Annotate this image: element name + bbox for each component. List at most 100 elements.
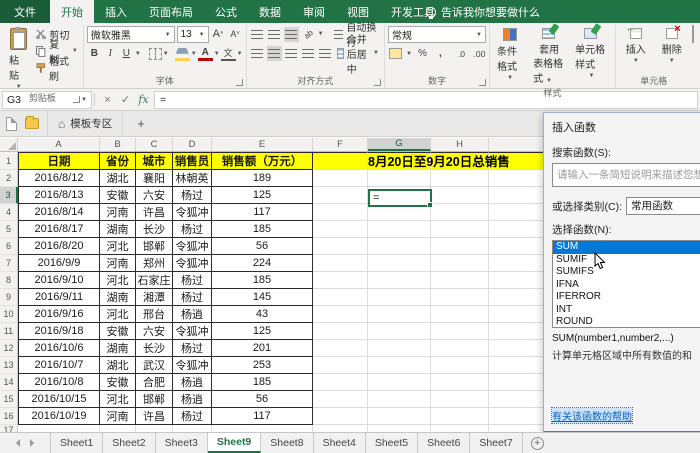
enter-button[interactable]: ✓ [117, 93, 134, 106]
dialog-launcher-icon[interactable] [479, 79, 486, 86]
sheet-tab[interactable]: Sheet3 [156, 433, 208, 453]
cell-date[interactable]: 2016/8/12 [18, 170, 100, 187]
cell-empty[interactable] [368, 238, 431, 255]
select-all-corner[interactable] [0, 138, 18, 151]
phonetic-button[interactable]: 文 [221, 46, 236, 61]
cell-city[interactable]: 邢台 [136, 306, 173, 323]
cell-city[interactable]: 武汉 [136, 357, 173, 374]
cell-date[interactable]: 2016/10/15 [18, 391, 100, 408]
sheet-tab[interactable]: Sheet2 [103, 433, 155, 453]
cell-date[interactable]: 2016/10/8 [18, 374, 100, 391]
orientation-button[interactable]: ab [298, 23, 319, 44]
cell-empty[interactable] [368, 357, 431, 374]
row-number[interactable]: 10 [0, 306, 18, 323]
sheet-tab[interactable]: Sheet1 [50, 433, 103, 453]
bold-button[interactable]: B [87, 46, 102, 61]
cell-date[interactable]: 2016/9/18 [18, 323, 100, 340]
cell-salesperson[interactable]: 杨过 [173, 272, 212, 289]
function-list-item[interactable]: ROUND [553, 316, 700, 328]
function-list-item[interactable]: SUMIF [553, 254, 700, 267]
cell-empty[interactable] [313, 289, 368, 306]
cell-empty[interactable] [313, 204, 368, 221]
cell-salesperson[interactable]: 令狐冲 [173, 255, 212, 272]
cell-province[interactable]: 安徽 [100, 374, 136, 391]
cell-empty[interactable] [431, 187, 489, 204]
new-tab-button[interactable]: + [131, 116, 151, 131]
row-number[interactable]: 15 [0, 391, 18, 408]
header-cell-sales[interactable]: 销售额（万元） [212, 152, 313, 170]
column-header[interactable]: G [368, 138, 431, 151]
sheet-tab[interactable]: Sheet9 [208, 433, 261, 453]
row-number[interactable]: 11 [0, 323, 18, 340]
cell-empty[interactable] [368, 408, 431, 425]
cell-province[interactable]: 河北 [100, 238, 136, 255]
cell-empty[interactable] [431, 204, 489, 221]
row-number[interactable]: 3 [0, 187, 18, 204]
cell-date[interactable]: 2016/10/6 [18, 340, 100, 357]
cell-province[interactable]: 湖南 [100, 221, 136, 238]
cell-city[interactable]: 许昌 [136, 408, 173, 425]
header-cell-salesperson[interactable]: 销售员 [173, 152, 212, 170]
sheet-tab[interactable]: Sheet4 [314, 433, 366, 453]
underline-button[interactable]: U [119, 46, 134, 61]
cancel-button[interactable]: × [99, 94, 116, 106]
cell-city[interactable]: 邯郸 [136, 391, 173, 408]
function-list-item[interactable]: IFERROR [553, 291, 700, 304]
ribbon-tab[interactable]: 数据 [248, 0, 292, 23]
cell-province[interactable]: 湖北 [100, 170, 136, 187]
open-folder-icon[interactable] [25, 118, 39, 129]
sheet-tab[interactable]: Sheet7 [470, 433, 522, 453]
accounting-format-button[interactable] [388, 46, 403, 61]
cell-empty[interactable] [368, 340, 431, 357]
cell-empty[interactable] [431, 408, 489, 425]
cell-sales[interactable]: 185 [212, 374, 313, 391]
cell-province[interactable]: 安徽 [100, 187, 136, 204]
active-cell-g3[interactable]: = [368, 189, 432, 207]
row-number[interactable]: 6 [0, 238, 18, 255]
template-zone-tab[interactable]: ⌂ 模板专区 [47, 111, 123, 136]
cell-salesperson[interactable]: 林朝英 [173, 170, 212, 187]
cell-salesperson[interactable]: 杨过 [173, 289, 212, 306]
new-document-icon[interactable] [6, 117, 17, 131]
cell-city[interactable]: 许昌 [136, 204, 173, 221]
cell-empty[interactable] [313, 340, 368, 357]
cell-empty[interactable] [313, 152, 368, 170]
chevron-down-icon[interactable]: ▼ [163, 51, 169, 57]
column-header[interactable]: B [100, 138, 136, 151]
cell-salesperson[interactable]: 杨逍 [173, 374, 212, 391]
cell-province[interactable]: 河南 [100, 255, 136, 272]
cell-empty[interactable] [431, 340, 489, 357]
cell-empty[interactable] [368, 221, 431, 238]
search-function-input[interactable]: 请输入一条简短说明来描述您想做什么， [552, 163, 700, 187]
cell-sales[interactable]: 43 [212, 306, 313, 323]
cell-salesperson[interactable]: 杨过 [173, 221, 212, 238]
function-list-item[interactable]: INT [553, 304, 700, 317]
cell-empty[interactable] [313, 238, 368, 255]
cell-styles-button[interactable]: 单元格样式 ▼ [571, 26, 612, 81]
cell-province[interactable]: 湖南 [100, 340, 136, 357]
row-number[interactable]: 5 [0, 221, 18, 238]
italic-button[interactable]: I [103, 46, 118, 61]
cell-empty[interactable] [368, 374, 431, 391]
sheet-tab[interactable]: Sheet6 [418, 433, 470, 453]
cell-salesperson[interactable]: 令狐冲 [173, 357, 212, 374]
cell-empty[interactable] [313, 408, 368, 425]
row-number[interactable]: 2 [0, 170, 18, 187]
cell-salesperson[interactable]: 杨逍 [173, 306, 212, 323]
cell-empty[interactable] [368, 289, 431, 306]
cell-date[interactable]: 2016/8/20 [18, 238, 100, 255]
right-align-button[interactable] [284, 46, 299, 61]
cell-date[interactable]: 2016/10/19 [18, 408, 100, 425]
cell-sales[interactable]: 189 [212, 170, 313, 187]
cell-city[interactable]: 长沙 [136, 221, 173, 238]
cell-empty[interactable] [431, 306, 489, 323]
comma-style-button[interactable]: , [433, 46, 448, 61]
cell-province[interactable]: 河南 [100, 408, 136, 425]
cell-empty[interactable] [368, 306, 431, 323]
column-header[interactable]: E [212, 138, 313, 151]
column-header[interactable]: D [173, 138, 212, 151]
cell-salesperson[interactable]: 令狐冲 [173, 238, 212, 255]
bottom-align-button[interactable] [284, 27, 299, 42]
cell-salesperson[interactable]: 杨过 [173, 408, 212, 425]
cell-empty[interactable] [431, 323, 489, 340]
